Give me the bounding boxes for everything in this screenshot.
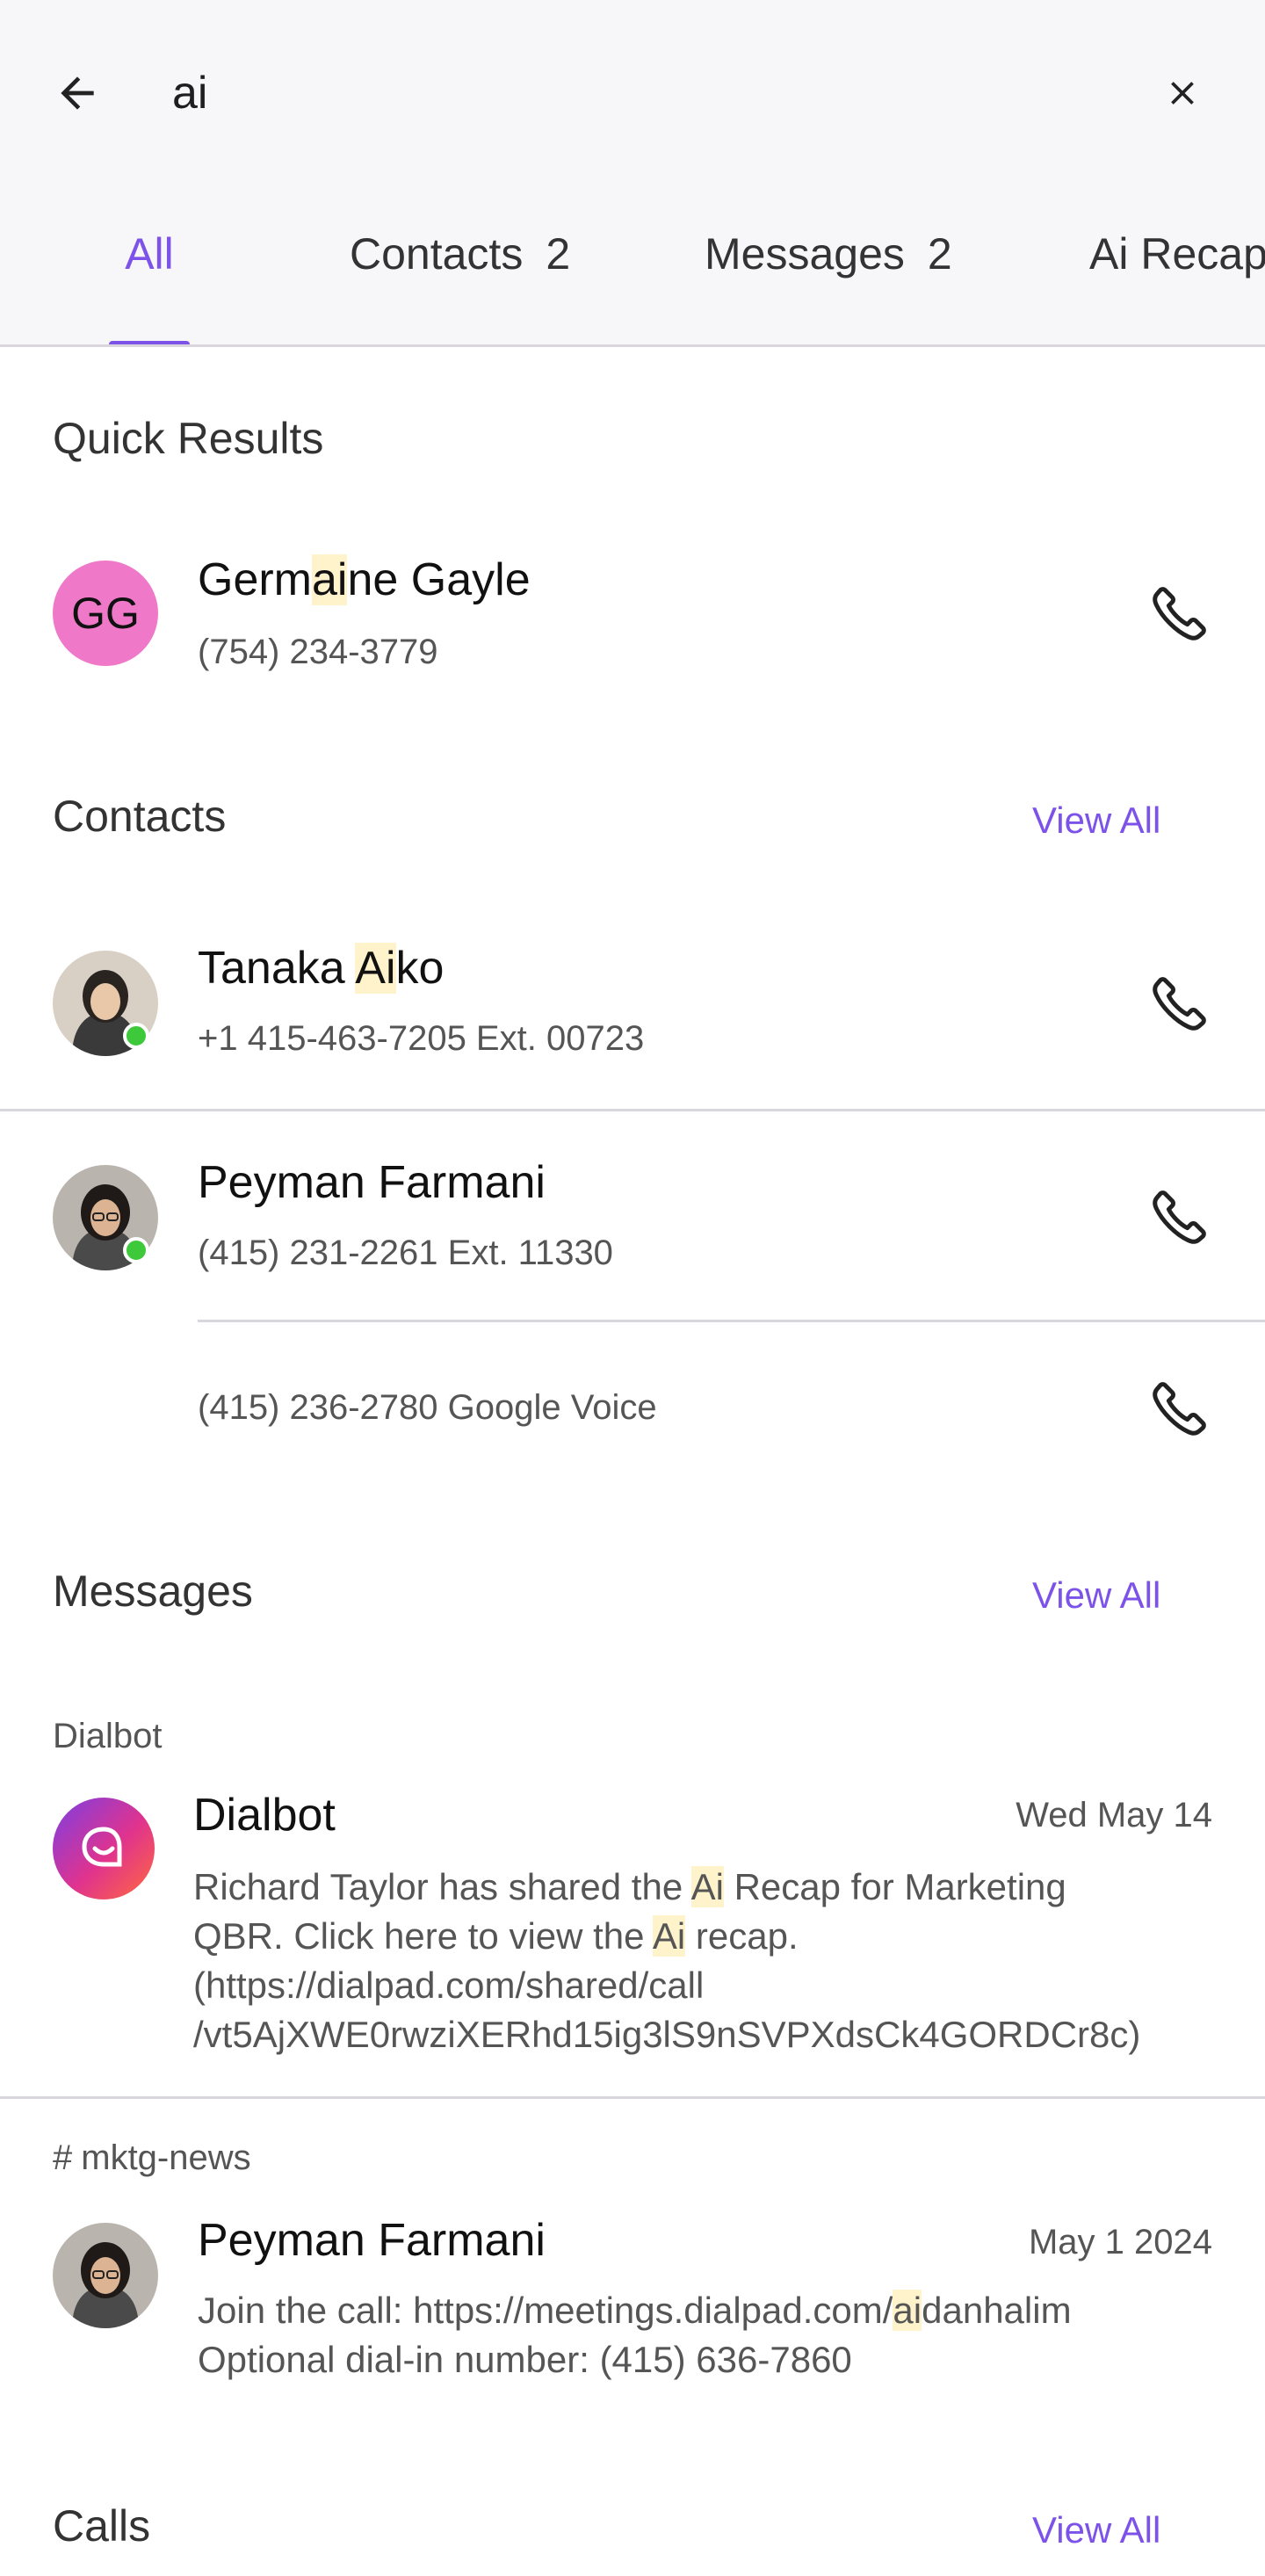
calls-view-all-link[interactable]: View All — [1032, 2509, 1160, 2551]
message-row[interactable]: Dialbot Wed May 14 Richard Taylor has sh… — [0, 1784, 1265, 2100]
channel-name: mktg-news — [81, 2138, 251, 2177]
channel-label: # mktg-news — [53, 2138, 251, 2178]
tab-contacts[interactable]: Contacts 2 — [350, 228, 570, 344]
message-source-label: Dialbot — [53, 1717, 163, 1755]
row-divider — [0, 2096, 1265, 2099]
tab-label: Ai Recap — [1089, 229, 1265, 279]
phone-icon[interactable] — [1140, 574, 1219, 653]
message-date: May 1 2024 — [1028, 2223, 1212, 2261]
row-divider — [198, 1320, 1265, 1322]
header-divider — [0, 344, 1265, 347]
online-status-indicator — [123, 1023, 149, 1049]
message-row[interactable]: Peyman Farmani May 1 2024 Join the call:… — [0, 2205, 1265, 2434]
online-status-indicator — [123, 1237, 149, 1263]
contact-secondary-phone[interactable]: (415) 236-2780 Google Voice — [198, 1388, 657, 1428]
tab-all[interactable]: All — [109, 228, 190, 344]
contacts-view-all-link[interactable]: View All — [1032, 800, 1160, 842]
quick-results-title: Quick Results — [53, 414, 324, 463]
avatar — [53, 2223, 158, 2328]
contact-phone: (415) 231-2261 Ext. 11330 — [198, 1234, 613, 1272]
dialbot-logo-icon — [53, 1798, 155, 1899]
tab-messages[interactable]: Messages 2 — [705, 228, 952, 344]
message-date: Wed May 14 — [1016, 1796, 1212, 1834]
contact-row[interactable]: Peyman Farmani (415) 231-2261 Ext. 11330 — [0, 1133, 1265, 1318]
contact-phone: +1 415-463-7205 Ext. 00723 — [198, 1019, 645, 1058]
tab-ai-recap[interactable]: Ai Recap — [1089, 228, 1265, 344]
search-input[interactable] — [172, 56, 1103, 130]
message-sender: Dialbot — [193, 1790, 336, 1841]
phone-icon[interactable] — [1140, 1369, 1219, 1448]
hashtag-icon: # — [53, 2138, 73, 2177]
phone-icon[interactable] — [1140, 1177, 1219, 1256]
message-sender: Peyman Farmani — [198, 2215, 546, 2266]
tab-label: All — [125, 229, 174, 279]
tab-label: Contacts — [350, 229, 524, 279]
search-header — [0, 0, 1265, 346]
row-divider — [0, 1109, 1265, 1111]
contacts-section-title: Contacts — [53, 792, 227, 841]
calls-section-title: Calls — [53, 2501, 151, 2551]
avatar: GG — [53, 561, 158, 666]
tab-count: 2 — [546, 229, 571, 279]
messages-view-all-link[interactable]: View All — [1032, 1574, 1160, 1617]
contact-row[interactable]: Tanaka Aiko +1 415-463-7205 Ext. 00723 — [0, 923, 1265, 1107]
messages-section-title: Messages — [53, 1567, 253, 1616]
back-arrow-icon[interactable] — [46, 62, 109, 125]
quick-result-row[interactable]: GG Germaine Gayle (754) 234-3779 — [0, 536, 1265, 694]
contact-phone: (754) 234-3779 — [198, 633, 438, 671]
message-preview: Richard Taylor has shared the Ai Recap f… — [193, 1866, 1141, 2055]
tab-label: Messages — [705, 229, 905, 279]
contact-name: Tanaka Aiko — [198, 943, 445, 994]
close-icon[interactable] — [1151, 62, 1214, 125]
tab-count: 2 — [927, 229, 952, 279]
contact-name: Peyman Farmani — [198, 1157, 546, 1208]
phone-icon[interactable] — [1140, 964, 1219, 1043]
contact-name: Germaine Gayle — [198, 554, 531, 605]
message-preview: Join the call: https://meetings.dialpad.… — [198, 2290, 1072, 2380]
